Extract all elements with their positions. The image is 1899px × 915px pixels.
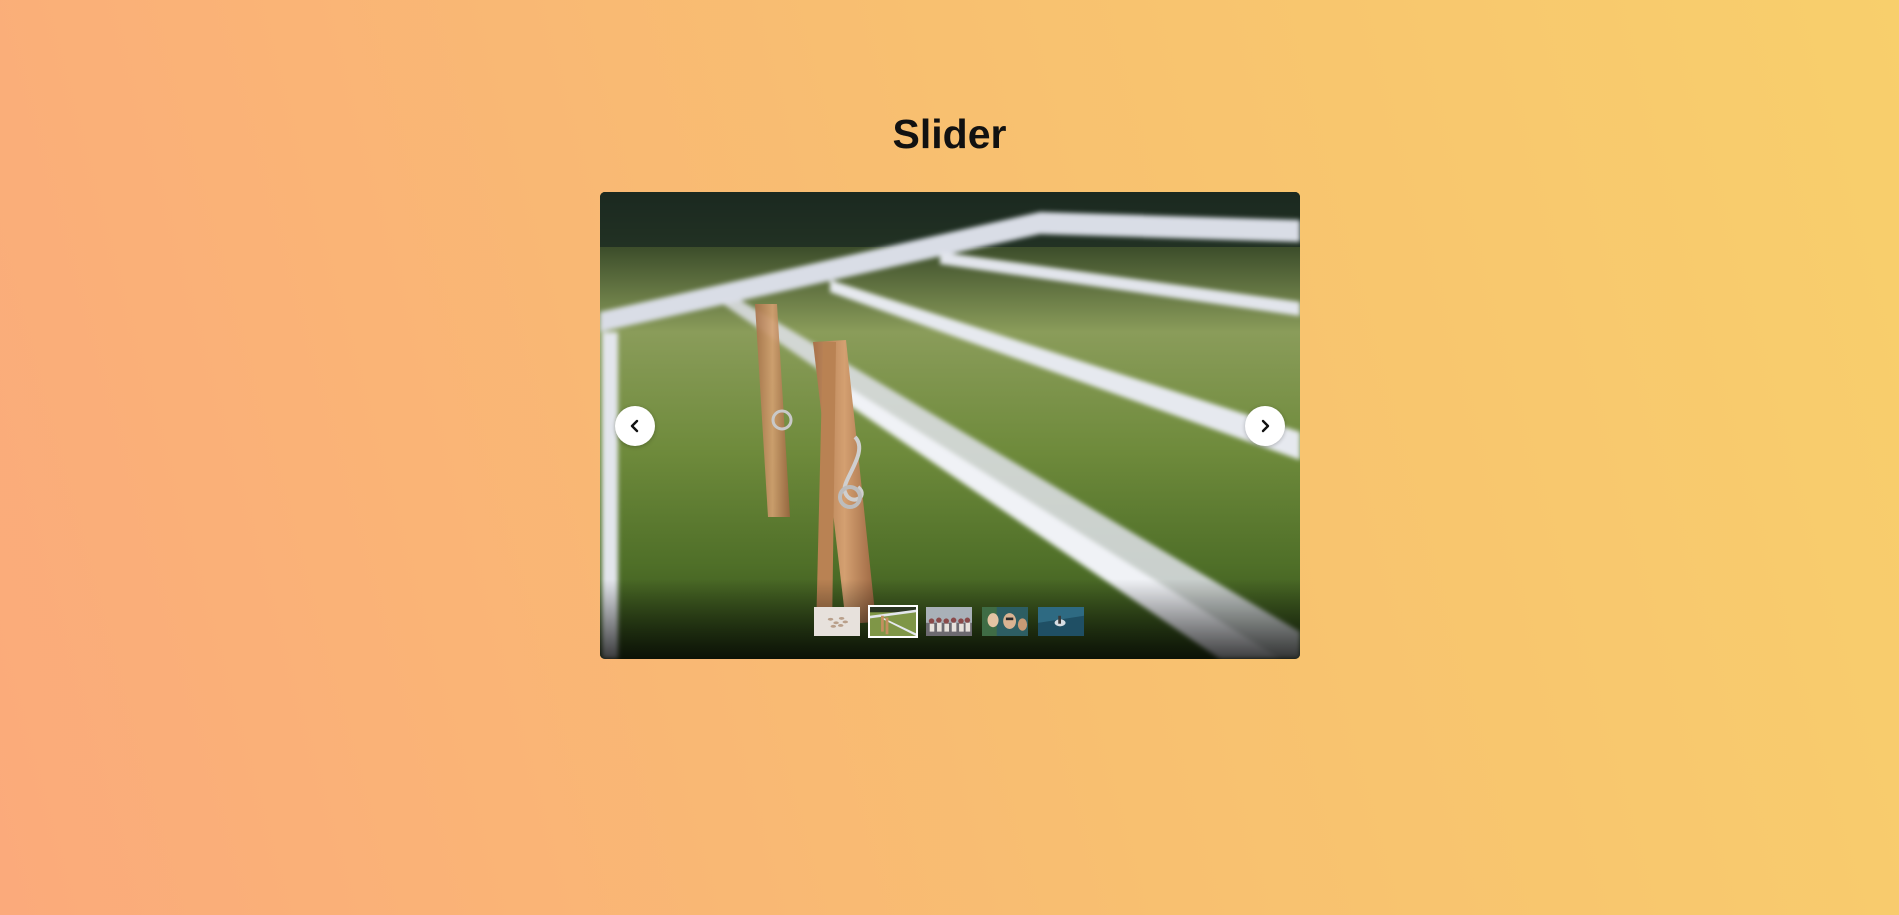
page-title: Slider [892,111,1007,157]
portrait-photo-thumbnail [982,607,1028,636]
chevron-right-icon [1261,419,1270,433]
thumbnail-2[interactable] [868,605,918,638]
scattered-pins-photo-thumbnail [814,607,860,636]
water-scene-photo-thumbnail [1038,607,1084,636]
thumbnail-1[interactable] [812,605,862,638]
clothespins-on-drying-rack-photo-thumbnail [870,607,916,636]
thumbnail-3[interactable] [924,605,974,638]
image-slider [600,192,1300,659]
current-slide-image [600,192,1300,659]
crowd-photo-thumbnail [926,607,972,636]
previous-slide-button[interactable] [615,406,655,446]
next-slide-button[interactable] [1245,406,1285,446]
thumbnail-4[interactable] [980,605,1030,638]
thumbnail-5[interactable] [1036,605,1086,638]
thumbnail-strip [812,605,1086,639]
chevron-left-icon [630,419,639,433]
